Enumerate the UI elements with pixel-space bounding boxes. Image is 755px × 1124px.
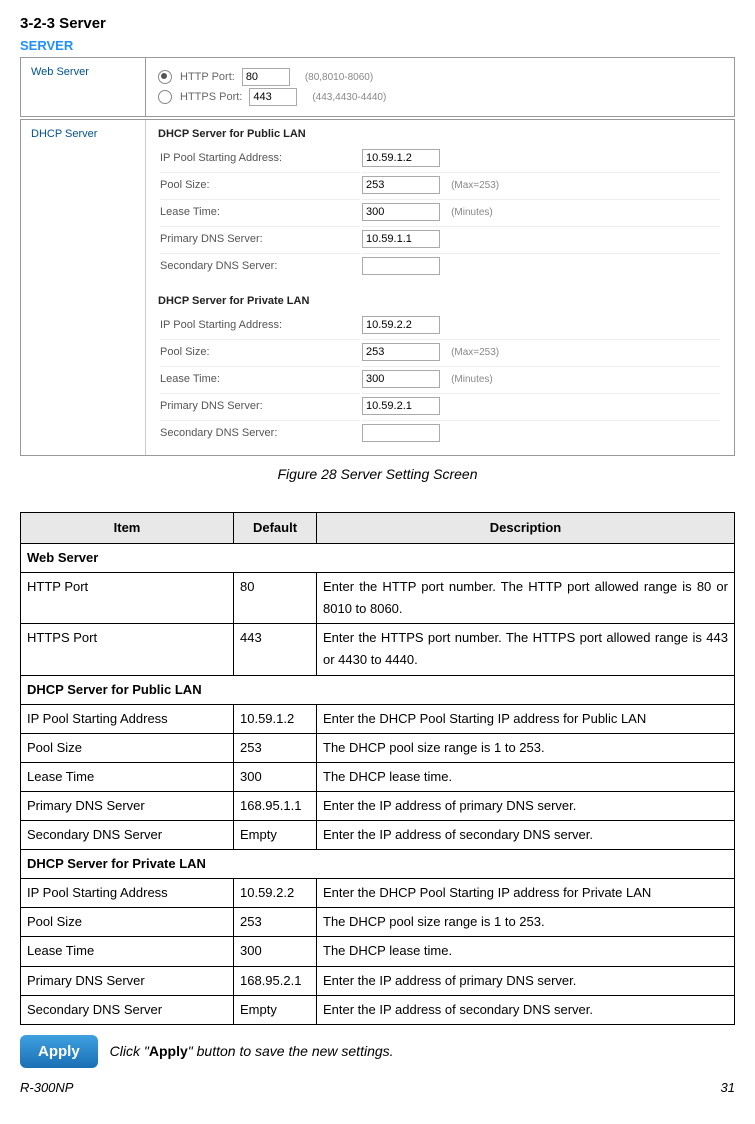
th-default: Default (234, 513, 317, 544)
public-primary-input[interactable] (362, 230, 440, 248)
table-row: HTTP Port80Enter the HTTP port number. T… (21, 573, 735, 624)
description-table: Item Default Description Web Server HTTP… (20, 512, 735, 1025)
table-row: Primary DNS Server168.95.2.1Enter the IP… (21, 966, 735, 995)
table-row: IP Pool Starting Address10.59.1.2Enter t… (21, 704, 735, 733)
https-port-hint: (443,4430-4440) (312, 92, 386, 103)
dhcp-private-title: DHCP Server for Private LAN (158, 295, 722, 307)
public-secondary-input[interactable] (362, 257, 440, 275)
label: Pool Size: (160, 339, 360, 364)
section-web: Web Server (21, 544, 735, 573)
hint: (Max=253) (451, 347, 499, 358)
label: Primary DNS Server: (160, 226, 360, 251)
th-description: Description (317, 513, 735, 544)
hint: (Minutes) (451, 207, 493, 218)
label: Secondary DNS Server: (160, 420, 360, 445)
th-item: Item (21, 513, 234, 544)
label: Lease Time: (160, 199, 360, 224)
http-port-input[interactable] (242, 68, 290, 86)
dhcp-private-table: IP Pool Starting Address: Pool Size: (Ma… (158, 311, 722, 447)
hint: (Max=253) (451, 180, 499, 191)
https-port-label: HTTPS Port: (180, 91, 242, 103)
section-heading: 3-2-3 Server (20, 15, 735, 32)
footer-right: 31 (721, 1080, 735, 1095)
apply-button[interactable]: Apply (20, 1035, 98, 1068)
public-ip-input[interactable] (362, 149, 440, 167)
private-ip-input[interactable] (362, 316, 440, 334)
table-row: Primary DNS Server168.95.1.1Enter the IP… (21, 791, 735, 820)
table-row: IP Pool Starting Address10.59.2.2Enter t… (21, 879, 735, 908)
dhcp-title: DHCP Server (21, 120, 146, 455)
table-row: Lease Time300The DHCP lease time. (21, 937, 735, 966)
server-subheading: SERVER (20, 38, 735, 53)
dhcp-public-table: IP Pool Starting Address: Pool Size: (Ma… (158, 144, 722, 280)
label: Pool Size: (160, 172, 360, 197)
label: Lease Time: (160, 366, 360, 391)
page-footer: R-300NP 31 (20, 1080, 735, 1095)
dhcp-panel: DHCP Server DHCP Server for Public LAN I… (20, 119, 735, 456)
table-row: Pool Size253The DHCP pool size range is … (21, 733, 735, 762)
label: IP Pool Starting Address: (160, 313, 360, 337)
private-secondary-input[interactable] (362, 424, 440, 442)
section-private: DHCP Server for Private LAN (21, 850, 735, 879)
table-row: Secondary DNS ServerEmptyEnter the IP ad… (21, 821, 735, 850)
table-row: Secondary DNS ServerEmptyEnter the IP ad… (21, 995, 735, 1024)
public-lease-input[interactable] (362, 203, 440, 221)
figure-caption: Figure 28 Server Setting Screen (20, 466, 735, 482)
section-public: DHCP Server for Public LAN (21, 675, 735, 704)
http-radio[interactable] (158, 70, 172, 84)
web-server-panel: Web Server HTTP Port: (80,8010-8060) HTT… (20, 57, 735, 117)
dhcp-public-title: DHCP Server for Public LAN (158, 128, 722, 140)
web-server-title: Web Server (21, 58, 146, 116)
label: Primary DNS Server: (160, 393, 360, 418)
https-port-input[interactable] (249, 88, 297, 106)
private-pool-input[interactable] (362, 343, 440, 361)
table-row: HTTPS Port443Enter the HTTPS port number… (21, 624, 735, 675)
http-port-label: HTTP Port: (180, 71, 235, 83)
private-primary-input[interactable] (362, 397, 440, 415)
label: IP Pool Starting Address: (160, 146, 360, 170)
footer-left: R-300NP (20, 1080, 73, 1095)
table-row: Pool Size253The DHCP pool size range is … (21, 908, 735, 937)
table-row: Lease Time300The DHCP lease time. (21, 762, 735, 791)
label: Secondary DNS Server: (160, 253, 360, 278)
hint: (Minutes) (451, 374, 493, 385)
http-port-hint: (80,8010-8060) (305, 72, 373, 83)
public-pool-input[interactable] (362, 176, 440, 194)
private-lease-input[interactable] (362, 370, 440, 388)
apply-text: Click "Apply" button to save the new set… (110, 1043, 394, 1059)
https-radio[interactable] (158, 90, 172, 104)
